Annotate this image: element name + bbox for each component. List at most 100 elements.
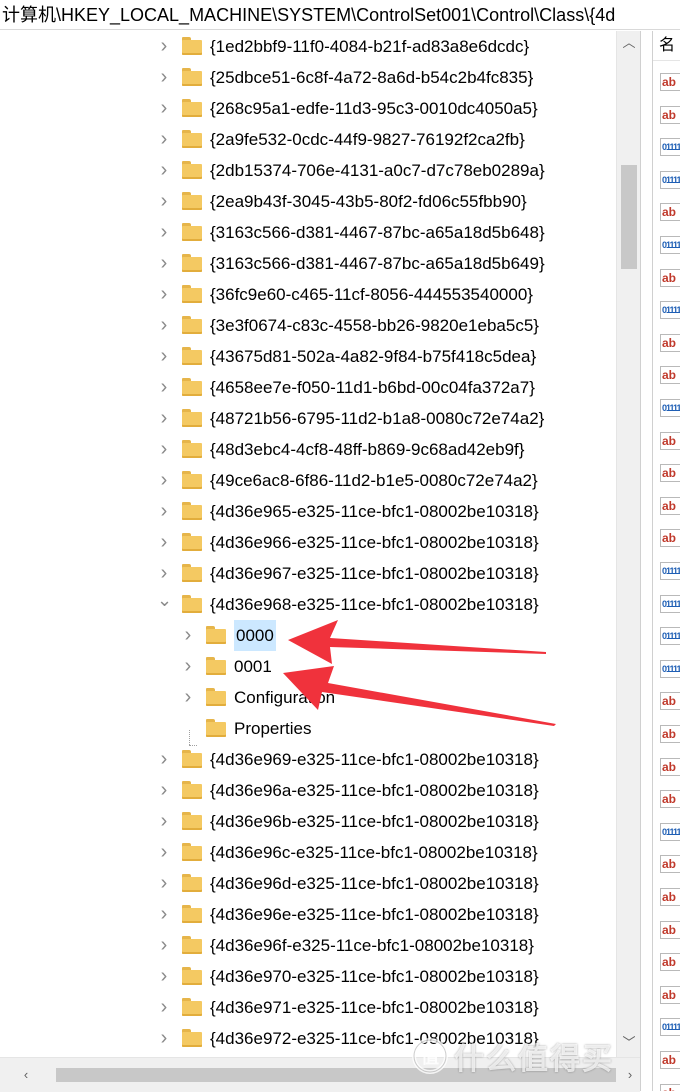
- chevron-right-icon[interactable]: ›: [157, 930, 171, 961]
- chevron-right-icon[interactable]: ›: [157, 310, 171, 341]
- string-value-icon[interactable]: ab: [660, 692, 680, 711]
- chevron-right-icon[interactable]: ›: [157, 124, 171, 155]
- tree-key-item[interactable]: › {49ce6ac8-6f86-11d2-b1e5-0080c72e74a2}: [0, 465, 616, 496]
- binary-value-icon[interactable]: 011110: [660, 138, 680, 157]
- chevron-right-icon[interactable]: ›: [157, 248, 171, 279]
- chevron-right-icon[interactable]: ›: [157, 341, 171, 372]
- chevron-right-icon[interactable]: ›: [157, 434, 171, 465]
- chevron-right-icon[interactable]: ›: [181, 651, 195, 682]
- tree-key-item[interactable]: › {4d36e965-e325-11ce-bfc1-08002be10318}: [0, 496, 616, 527]
- tree-key-item[interactable]: › {4d36e96a-e325-11ce-bfc1-08002be10318}: [0, 775, 616, 806]
- tree-key-item[interactable]: › {4d36e96e-e325-11ce-bfc1-08002be10318}: [0, 899, 616, 930]
- string-value-icon[interactable]: ab: [660, 366, 680, 385]
- tree-key-item[interactable]: › {4d36e96d-e325-11ce-bfc1-08002be10318}: [0, 868, 616, 899]
- tree-key-item[interactable]: › {1ed2bbf9-11f0-4084-b21f-ad83a8e6dcdc}: [0, 31, 616, 62]
- tree-vertical-scrollbar[interactable]: ︿ ﹀: [616, 31, 641, 1057]
- string-value-icon[interactable]: ab: [660, 105, 680, 124]
- chevron-right-icon[interactable]: ›: [157, 899, 171, 930]
- chevron-right-icon[interactable]: ›: [157, 279, 171, 310]
- chevron-right-icon[interactable]: ›: [157, 961, 171, 992]
- string-value-icon[interactable]: ab: [660, 757, 680, 776]
- tree-subkey-item[interactable]: Properties: [0, 713, 616, 744]
- string-value-icon[interactable]: ab: [660, 464, 680, 483]
- tree-key-item[interactable]: › {48721b56-6795-11d2-b1a8-0080c72e74a2}: [0, 403, 616, 434]
- chevron-right-icon[interactable]: ›: [157, 744, 171, 775]
- string-value-icon[interactable]: ab: [660, 920, 680, 939]
- binary-value-icon[interactable]: 011110: [660, 627, 680, 646]
- chevron-right-icon[interactable]: ›: [181, 620, 195, 651]
- string-value-icon[interactable]: ab: [660, 725, 680, 743]
- tree-subkey-item[interactable]: › 0000: [0, 620, 616, 651]
- chevron-down-icon[interactable]: ⌄: [157, 589, 172, 620]
- string-value-icon[interactable]: ab: [660, 953, 680, 972]
- tree-key-item[interactable]: › {36fc9e60-c465-11cf-8056-444553540000}: [0, 279, 616, 310]
- chevron-right-icon[interactable]: ›: [157, 217, 171, 248]
- binary-value-icon[interactable]: 011110: [660, 236, 680, 254]
- scrollbar-thumb[interactable]: [621, 165, 637, 269]
- tree-key-item[interactable]: › {3163c566-d381-4467-87bc-a65a18d5b649}: [0, 248, 616, 279]
- tree-key-item[interactable]: › {4d36e969-e325-11ce-bfc1-08002be10318}: [0, 744, 616, 775]
- tree-key-item[interactable]: › {3163c566-d381-4467-87bc-a65a18d5b648}: [0, 217, 616, 248]
- string-value-icon[interactable]: ab: [660, 73, 680, 91]
- string-value-icon[interactable]: ab: [660, 496, 680, 515]
- pane-splitter[interactable]: [640, 31, 653, 1091]
- string-value-icon[interactable]: ab: [660, 431, 680, 450]
- tree-key-item[interactable]: › {4d36e96c-e325-11ce-bfc1-08002be10318}: [0, 837, 616, 868]
- chevron-right-icon[interactable]: ›: [157, 868, 171, 899]
- binary-value-icon[interactable]: 011110: [660, 594, 680, 613]
- address-bar[interactable]: 计算机\HKEY_LOCAL_MACHINE\SYSTEM\ControlSet…: [0, 0, 680, 30]
- tree-key-item[interactable]: ⌄ {4d36e968-e325-11ce-bfc1-08002be10318}: [0, 589, 616, 620]
- tree-key-item[interactable]: › {4d36e96b-e325-11ce-bfc1-08002be10318}: [0, 806, 616, 837]
- chevron-right-icon[interactable]: ›: [157, 155, 171, 186]
- chevron-right-icon[interactable]: ›: [157, 465, 171, 496]
- tree-key-item[interactable]: › {2db15374-706e-4131-a0c7-d7c78eb0289a}: [0, 155, 616, 186]
- values-column-header-name[interactable]: 名: [653, 31, 680, 61]
- tree-key-item[interactable]: › {268c95a1-edfe-11d3-95c3-0010dc4050a5}: [0, 93, 616, 124]
- string-value-icon[interactable]: ab: [660, 888, 680, 906]
- binary-value-icon[interactable]: 011110: [660, 659, 680, 678]
- tree-key-item[interactable]: › {4658ee7e-f050-11d1-b6bd-00c04fa372a7}: [0, 372, 616, 403]
- scroll-up-button[interactable]: ︿: [617, 33, 641, 53]
- tree-key-item[interactable]: › {2a9fe532-0cdc-44f9-9827-76192f2ca2fb}: [0, 124, 616, 155]
- string-value-icon[interactable]: ab: [660, 268, 680, 287]
- chevron-right-icon[interactable]: ›: [157, 992, 171, 1023]
- scroll-left-button[interactable]: ‹: [16, 1058, 36, 1092]
- string-value-icon[interactable]: ab: [660, 985, 680, 1004]
- binary-value-icon[interactable]: 011110: [660, 399, 680, 417]
- chevron-right-icon[interactable]: ›: [157, 1023, 171, 1054]
- tree-key-item[interactable]: › {48d3ebc4-4cf8-48ff-b869-9c68ad42eb9f}: [0, 434, 616, 465]
- tree-key-item[interactable]: › {3e3f0674-c83c-4558-bb26-9820e1eba5c5}: [0, 310, 616, 341]
- chevron-right-icon[interactable]: ›: [157, 496, 171, 527]
- chevron-right-icon[interactable]: ›: [157, 775, 171, 806]
- tree-subkey-item[interactable]: › Configuration: [0, 682, 616, 713]
- chevron-right-icon[interactable]: ›: [157, 558, 171, 589]
- string-value-icon[interactable]: ab: [660, 855, 680, 874]
- chevron-right-icon[interactable]: ›: [157, 31, 171, 62]
- string-value-icon[interactable]: ab: [660, 203, 680, 222]
- chevron-right-icon[interactable]: ›: [157, 93, 171, 124]
- tree-key-item[interactable]: › {43675d81-502a-4a82-9f84-b75f418c5dea}: [0, 341, 616, 372]
- tree-key-item[interactable]: › {4d36e96f-e325-11ce-bfc1-08002be10318}: [0, 930, 616, 961]
- tree-key-item[interactable]: › {4d36e970-e325-11ce-bfc1-08002be10318}: [0, 961, 616, 992]
- string-value-icon[interactable]: ab: [660, 790, 680, 809]
- chevron-right-icon[interactable]: ›: [157, 837, 171, 868]
- tree-key-item[interactable]: › {4d36e971-e325-11ce-bfc1-08002be10318}: [0, 992, 616, 1023]
- chevron-right-icon[interactable]: ›: [157, 372, 171, 403]
- tree-key-item[interactable]: › {25dbce51-6c8f-4a72-8a6d-b54c2b4fc835}: [0, 62, 616, 93]
- tree-key-item[interactable]: › {2ea9b43f-3045-43b5-80f2-fd06c55fbb90}: [0, 186, 616, 217]
- binary-value-icon[interactable]: 011110: [660, 170, 680, 189]
- chevron-right-icon[interactable]: ›: [157, 527, 171, 558]
- registry-key-tree[interactable]: › {1ed2bbf9-11f0-4084-b21f-ad83a8e6dcdc} ›…: [0, 31, 616, 1057]
- chevron-right-icon[interactable]: ›: [157, 806, 171, 837]
- tree-subkey-item[interactable]: › 0001: [0, 651, 616, 682]
- values-pane[interactable]: 名 ab ab 011110 011110 ab 011110 ab 011110 ab ab 01…: [653, 31, 680, 1091]
- tree-key-item[interactable]: › {4d36e967-e325-11ce-bfc1-08002be10318}: [0, 558, 616, 589]
- chevron-right-icon[interactable]: ›: [157, 186, 171, 217]
- string-value-icon[interactable]: ab: [660, 333, 680, 352]
- binary-value-icon[interactable]: 011110: [660, 301, 680, 320]
- chevron-right-icon[interactable]: ›: [181, 682, 195, 713]
- tree-key-item[interactable]: › {4d36e966-e325-11ce-bfc1-08002be10318}: [0, 527, 616, 558]
- string-value-icon[interactable]: ab: [660, 529, 680, 548]
- binary-value-icon[interactable]: 011110: [660, 562, 680, 580]
- binary-value-icon[interactable]: 011110: [660, 822, 680, 841]
